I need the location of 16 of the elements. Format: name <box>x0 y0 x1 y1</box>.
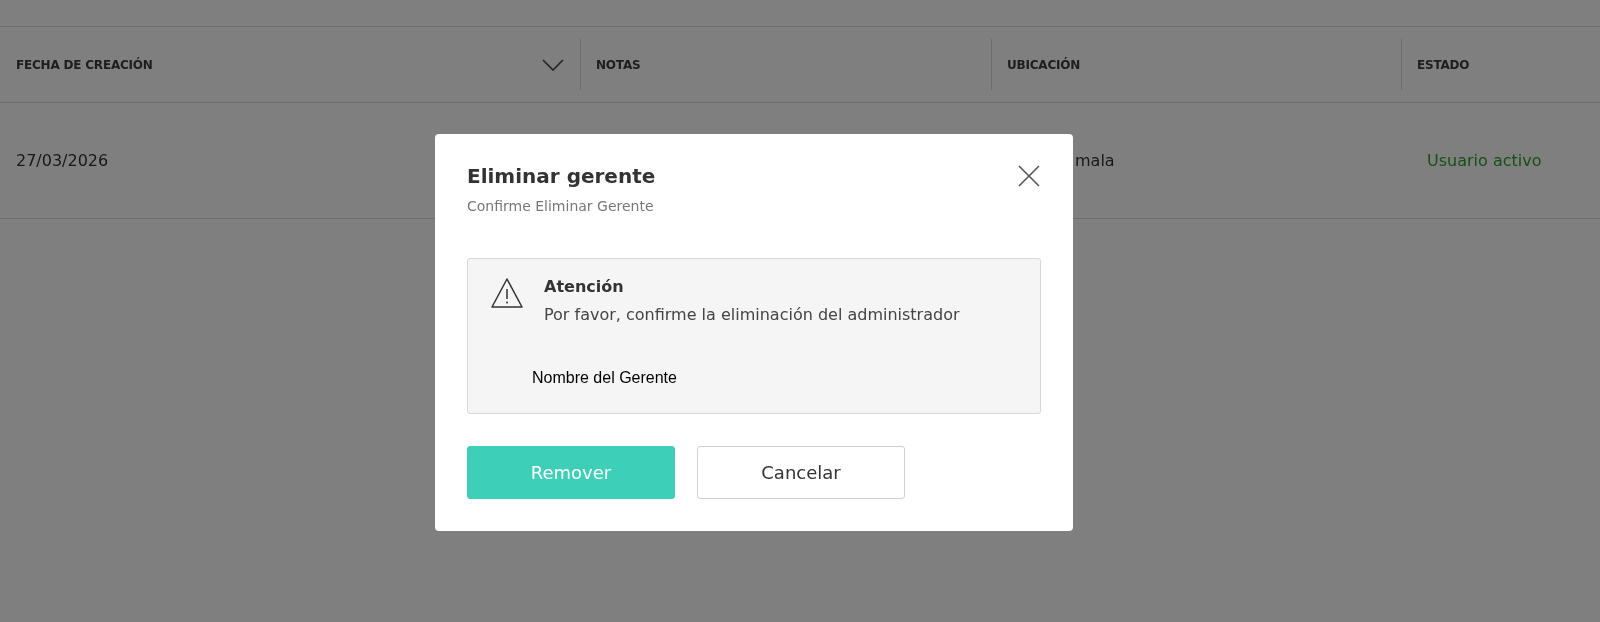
column-header: NOTAS <box>596 57 641 72</box>
cancel-button[interactable]: Cancelar <box>697 446 905 499</box>
table-cell: mala <box>1075 151 1115 170</box>
table-cell: 27/03/2026 <box>16 151 109 170</box>
caret-icon[interactable] <box>542 58 564 71</box>
dialog-subtitle: Confirme Eliminar Gerente <box>467 198 655 214</box>
close-button[interactable] <box>1017 164 1041 188</box>
column-header: ESTADO <box>1417 57 1470 72</box>
column-header[interactable]: FECHA DE CREACIÓN <box>16 57 153 72</box>
status-text: Usuario activo <box>1427 151 1542 170</box>
alert-message: Por favor, confirme la eliminación del administrador <box>544 305 961 324</box>
dialog-title: Eliminar gerente <box>467 164 656 188</box>
manager-name: Nombre del Gerente <box>532 369 678 387</box>
alert-title: Atención <box>544 277 625 296</box>
column-header: UBICACIÓN <box>1007 57 1081 72</box>
warning-icon <box>490 277 524 309</box>
